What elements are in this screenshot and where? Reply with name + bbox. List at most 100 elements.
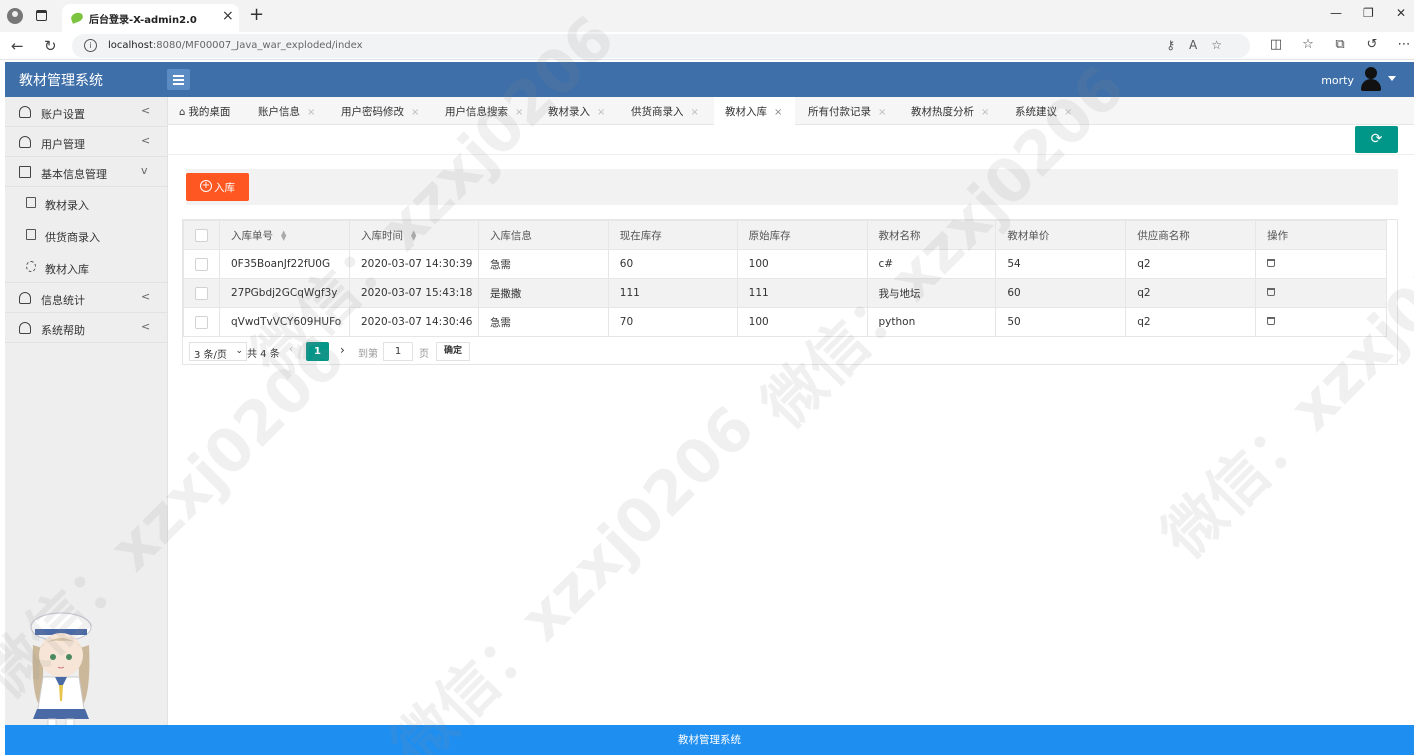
table-cell: 50 [995, 307, 1127, 337]
table-cell: c# [866, 249, 997, 279]
next-page-icon[interactable]: › [340, 343, 345, 357]
table-cell: 我与地坛 [866, 278, 997, 308]
close-window-icon[interactable]: ✕ [1396, 6, 1406, 20]
tab-label: 我的桌面 [188, 106, 231, 118]
refresh-icon: ⟳ [1370, 131, 1383, 147]
close-icon[interactable]: × [981, 107, 989, 118]
close-tab-icon[interactable]: × [222, 8, 234, 24]
row-select-cell [183, 307, 220, 337]
tab-system-suggestion[interactable]: 系统建议 × [1015, 97, 1072, 125]
row-checkbox[interactable] [195, 315, 208, 329]
table-row[interactable]: 0F35BoanJf22fU0G 2020-03-07 14:30:39 急需 … [183, 249, 1387, 279]
add-circle-icon: + [200, 180, 212, 192]
stock-in-button[interactable]: + 入库 [186, 173, 249, 201]
row-checkbox[interactable] [195, 257, 208, 271]
sidebar-item-user-management[interactable]: 用户管理 < [5, 127, 167, 157]
close-icon[interactable]: × [1064, 107, 1072, 118]
trash-icon[interactable] [1267, 317, 1276, 325]
sidebar-item-basic-info[interactable]: 基本信息管理 v [5, 157, 167, 187]
info-icon[interactable]: i [84, 39, 97, 52]
toolbar-icons: ◫ ☆ ⧉ ↺ ⋯ [1260, 37, 1414, 52]
restore-icon[interactable]: ❐ [1363, 6, 1374, 20]
table-cell: qVwdTvVCY609HUFo [218, 307, 350, 337]
sidebar-item-label: 基本信息管理 [41, 168, 107, 181]
close-icon[interactable]: × [515, 107, 523, 118]
tab-textbook-popularity[interactable]: 教材热度分析 × [911, 97, 989, 125]
tab-label: 教材热度分析 [911, 106, 974, 118]
tab-actions-icon[interactable] [36, 10, 47, 21]
table-cell: 70 [607, 307, 738, 337]
sidebar-item-label: 系统帮助 [41, 324, 85, 337]
sidebar-item-label: 信息统计 [41, 294, 85, 307]
minimize-icon[interactable]: — [1330, 6, 1342, 20]
tab-supplier-entry[interactable]: 供货商录入 × [631, 97, 699, 125]
column-header: 供应商名称 [1125, 220, 1257, 250]
table-row[interactable]: qVwdTvVCY609HUFo 2020-03-07 14:30:46 急需 … [183, 307, 1387, 337]
back-icon[interactable]: ← [11, 37, 24, 55]
menu-toggle-button[interactable] [167, 69, 190, 90]
sidebar-item-help[interactable]: 系统帮助 < [5, 313, 167, 343]
app-title[interactable]: 教材管理系统 [19, 70, 103, 90]
table-cell: q2 [1125, 278, 1257, 308]
history-icon[interactable]: ↺ [1356, 37, 1388, 52]
new-tab-icon[interactable]: + [249, 4, 264, 25]
tab-textbook-entry[interactable]: 教材录入 × [548, 97, 605, 125]
close-icon[interactable]: × [411, 107, 419, 118]
close-icon[interactable]: × [597, 107, 605, 118]
profile-icon[interactable] [7, 8, 23, 24]
browser-tab[interactable]: 后台登录-X-admin2.0 × [62, 4, 239, 32]
sort-icon[interactable]: ▲ ▼ [411, 229, 416, 241]
user-menu[interactable]: morty [1306, 67, 1396, 93]
app: 教材管理系统 morty 账户设置 < 用户管理 < 基本信息管理 v 教材录入… [5, 62, 1414, 755]
column-header: 现在库存 [607, 220, 738, 250]
url-text: localhost:8080/MF00007_Java_war_exploded… [108, 40, 363, 51]
refresh-button[interactable]: ⟳ [1355, 126, 1398, 153]
table-cell: 是撒撒 [477, 278, 609, 308]
row-checkbox[interactable] [195, 286, 208, 300]
prev-page-icon[interactable]: ‹ [289, 344, 293, 355]
goto-confirm-button[interactable]: 确定 [436, 342, 470, 361]
table-row[interactable]: 27PGbdj2GCqWgf3y 2020-03-07 15:43:18 是撒撒… [183, 278, 1387, 308]
column-header: 教材单价 [995, 220, 1127, 250]
more-icon[interactable]: ⋯ [1388, 37, 1414, 52]
main-content: ⌂ 我的桌面 账户信息 × 用户密码修改 × 用户信息搜索 × 教材录入 × 供货商录入 ×… [168, 97, 1414, 725]
sidebar-subitem-label: 教材入库 [45, 263, 89, 276]
sidebar-subitem-textbook-entry[interactable]: 教材录入 [5, 187, 167, 219]
total-count: 共 4 条 [247, 349, 280, 360]
tab-user-search[interactable]: 用户信息搜索 × [445, 97, 523, 125]
reload-icon[interactable]: ↻ [44, 37, 57, 55]
close-icon[interactable]: × [774, 107, 782, 118]
split-screen-icon[interactable]: ◫ [1260, 37, 1292, 52]
sidebar-item-statistics[interactable]: 信息统计 < [5, 283, 167, 313]
select-all-checkbox[interactable] [195, 228, 208, 242]
close-icon[interactable]: × [691, 107, 699, 118]
sidebar-subitem-supplier-entry[interactable]: 供货商录入 [5, 219, 167, 251]
favorites-icon[interactable]: ☆ [1292, 37, 1324, 52]
tab-label: 教材录入 [548, 106, 590, 118]
tab-payment-records[interactable]: 所有付款记录 × [808, 97, 886, 125]
data-table: 入库单号 ▲ ▼ 入库时间 ▲ ▼ 入库信息 现在库存 原始库存 教材名称 教材单价 供… [182, 219, 1398, 365]
close-icon[interactable]: × [878, 107, 886, 118]
table-cell: 100 [736, 307, 868, 337]
column-header[interactable]: 入库单号 ▲ ▼ [218, 220, 350, 250]
close-icon[interactable]: × [307, 107, 315, 118]
tab-textbook-stock-in[interactable]: 教材入库 × [714, 97, 795, 125]
trash-icon[interactable] [1267, 259, 1276, 267]
column-header[interactable]: 入库时间 ▲ ▼ [348, 220, 479, 250]
goto-page-input[interactable]: 1 [383, 342, 413, 361]
tab-desktop[interactable]: ⌂ 我的桌面 [179, 97, 230, 125]
current-page[interactable]: 1 [306, 342, 329, 361]
url-field[interactable]: i localhost:8080/MF00007_Java_war_explod… [72, 34, 1250, 58]
tab-password-change[interactable]: 用户密码修改 × [341, 97, 419, 125]
trash-icon[interactable] [1267, 288, 1276, 296]
browser-tab-title: 后台登录-X-admin2.0 [89, 15, 197, 26]
sort-icon[interactable]: ▲ ▼ [281, 229, 286, 241]
user-avatar-icon [1360, 67, 1382, 91]
page-size-select[interactable]: 3 条/页 ⌄ [189, 342, 247, 361]
tab-account-info[interactable]: 账户信息 × [258, 97, 315, 125]
collections-icon[interactable]: ⧉ [1324, 37, 1356, 52]
user-icon [19, 136, 31, 148]
address-action-icons[interactable]: ⚷A☆ [1166, 38, 1236, 52]
sidebar-subitem-textbook-stock-in[interactable]: 教材入库 [5, 251, 167, 283]
sidebar-item-account-settings[interactable]: 账户设置 < [5, 97, 167, 127]
